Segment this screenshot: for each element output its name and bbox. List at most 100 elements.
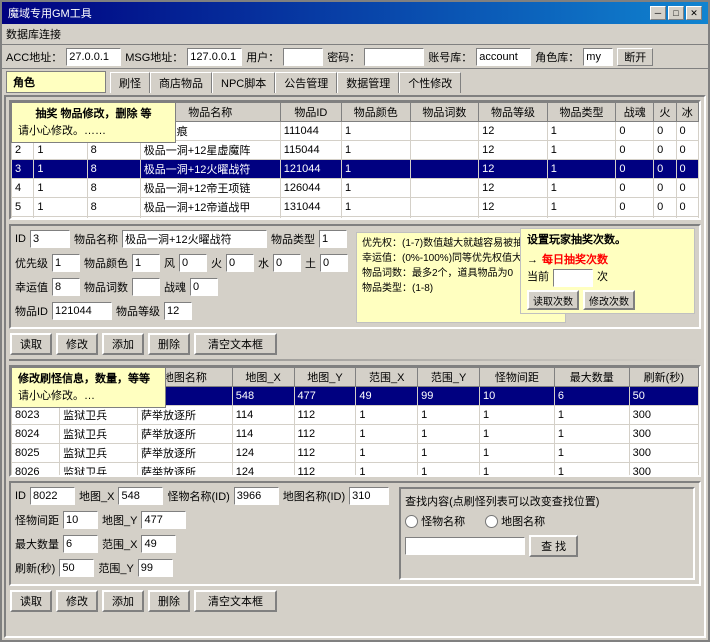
maximize-button[interactable]: □: [668, 6, 684, 20]
pwd-input[interactable]: [364, 48, 424, 66]
m-mapx-input[interactable]: [118, 487, 163, 505]
words-input[interactable]: [132, 278, 160, 296]
search-title: 查找内容(点刷怪列表可以改变查找位置): [405, 493, 689, 509]
monster-add-button[interactable]: 添加: [102, 590, 144, 612]
table-row[interactable]: 218极品一洞+12星虚魔阵1150441121000: [12, 141, 699, 160]
user-input[interactable]: [283, 48, 323, 66]
tab-notice[interactable]: 公告管理: [275, 72, 337, 93]
table-cell: 0: [654, 217, 676, 221]
tab-shop[interactable]: 商店物品: [150, 72, 212, 93]
m-rangey-input[interactable]: [138, 559, 173, 577]
search-input[interactable]: [405, 537, 525, 555]
table-row[interactable]: 8026监狱卫兵萨举放逐所1241121111300: [12, 463, 699, 478]
earth-input[interactable]: [320, 254, 348, 272]
item-read-button[interactable]: 读取: [10, 333, 52, 355]
table-cell: 0: [616, 122, 654, 141]
table-cell: 49: [356, 387, 418, 406]
m-id-input[interactable]: [30, 487, 75, 505]
table-row[interactable]: 318极品一洞+12火曜战符1210441121000: [12, 160, 699, 179]
table-row[interactable]: 518极品一洞+12帝道战甲1310441121000: [12, 198, 699, 217]
title-bar: 魔域专用GM工具 ─ □ ✕: [2, 2, 708, 24]
item-add-button[interactable]: 添加: [102, 333, 144, 355]
lottery-modify-button[interactable]: 修改次数: [583, 290, 635, 310]
table-cell: 112: [294, 425, 356, 444]
m-mapname-input[interactable]: [349, 487, 389, 505]
item-modify-button[interactable]: 修改: [56, 333, 98, 355]
lottery-current-row: 当前 次: [527, 269, 688, 287]
tab-data[interactable]: 数据管理: [337, 72, 399, 93]
col-color: 物品颜色: [341, 103, 410, 122]
table-cell: 10: [479, 387, 554, 406]
radio-monster[interactable]: 怪物名称: [405, 513, 465, 529]
table-cell: 12: [479, 141, 548, 160]
search-panel: 查找内容(点刷怪列表可以改变查找位置) 怪物名称 地图名称 查: [399, 487, 695, 580]
table-cell: 8: [87, 141, 140, 160]
db-input[interactable]: [476, 48, 531, 66]
table-row[interactable]: 418极品一洞+12帝王项链1260441121000: [12, 179, 699, 198]
table-cell: 极品一洞+12火曜战符: [140, 160, 280, 179]
m-dist-input[interactable]: [63, 511, 98, 529]
m-mapy-input[interactable]: [141, 511, 186, 529]
lottery-current-input[interactable]: [553, 269, 593, 287]
search-input-row: 查 找: [405, 535, 689, 557]
m-max-input[interactable]: [63, 535, 98, 553]
menu-item-database[interactable]: 数据库连接: [6, 29, 61, 41]
table-cell: 8026: [12, 463, 60, 478]
table-cell: 300: [629, 425, 698, 444]
m-rangex-input[interactable]: [141, 535, 176, 553]
item-delete-button[interactable]: 删除: [148, 333, 190, 355]
monster-read-button[interactable]: 读取: [10, 590, 52, 612]
table-cell: 监狱卫兵: [60, 463, 138, 478]
role-input[interactable]: [583, 48, 613, 66]
id-label: ID: [15, 233, 26, 245]
monster-clear-button[interactable]: 清空文本框: [194, 590, 277, 612]
table-row[interactable]: 8023监狱卫兵萨举放逐所1141121111300: [12, 406, 699, 425]
table-row[interactable]: 8025监狱卫兵萨举放逐所1241121111300: [12, 444, 699, 463]
close-button[interactable]: ✕: [686, 6, 702, 20]
table-cell: 0: [616, 198, 654, 217]
table-cell: 115044: [280, 141, 341, 160]
soul-input[interactable]: [190, 278, 218, 296]
m-monstername-input[interactable]: [234, 487, 279, 505]
pwd-label: 密码：: [327, 49, 360, 65]
acc-input[interactable]: [66, 48, 121, 66]
itemid-input[interactable]: [52, 302, 112, 320]
m-dist-label: 怪物间距: [15, 512, 59, 528]
tab-npc[interactable]: NPC脚本: [212, 72, 275, 93]
acc-label: ACC地址：: [6, 49, 62, 65]
table-cell: [410, 198, 479, 217]
water-input[interactable]: [273, 254, 301, 272]
table-cell: 萨举放逐所: [138, 425, 233, 444]
minimize-button[interactable]: ─: [650, 6, 666, 20]
monster-warning-body: 请小心修改。…: [18, 388, 159, 405]
tab-shuaiguai[interactable]: 刷怪: [110, 72, 150, 93]
fire-input[interactable]: [226, 254, 254, 272]
m-refresh-input[interactable]: [59, 559, 94, 577]
type-label: 物品类型: [271, 231, 315, 247]
pri-input[interactable]: [52, 254, 80, 272]
radio-map-input[interactable]: [485, 515, 498, 528]
item-clear-button[interactable]: 清空文本框: [194, 333, 277, 355]
radio-monster-input[interactable]: [405, 515, 418, 528]
table-row[interactable]: 8024监狱卫兵萨举放逐所1141121111300: [12, 425, 699, 444]
tab-personal[interactable]: 个性修改: [399, 72, 461, 93]
level-input[interactable]: [164, 302, 192, 320]
id-input[interactable]: [30, 230, 70, 248]
table-cell: 477: [294, 387, 356, 406]
title-bar-buttons: ─ □ ✕: [650, 6, 702, 20]
radio-map[interactable]: 地图名称: [485, 513, 545, 529]
name-input[interactable]: [122, 230, 267, 248]
msg-input[interactable]: [187, 48, 242, 66]
table-row[interactable]: 618极品一洞+12菱技装1350441121000: [12, 217, 699, 221]
luck-input[interactable]: [52, 278, 80, 296]
lottery-read-button[interactable]: 读取次数: [527, 290, 579, 310]
connect-button[interactable]: 断开: [617, 48, 653, 66]
search-button[interactable]: 查 找: [529, 535, 578, 557]
monster-modify-button[interactable]: 修改: [56, 590, 98, 612]
table-cell: 极品一洞+12星虚魔阵: [140, 141, 280, 160]
type-input[interactable]: [319, 230, 347, 248]
radio-map-label: 地图名称: [501, 513, 545, 529]
color-input[interactable]: [132, 254, 160, 272]
monster-delete-button[interactable]: 删除: [148, 590, 190, 612]
wind-input[interactable]: [179, 254, 207, 272]
